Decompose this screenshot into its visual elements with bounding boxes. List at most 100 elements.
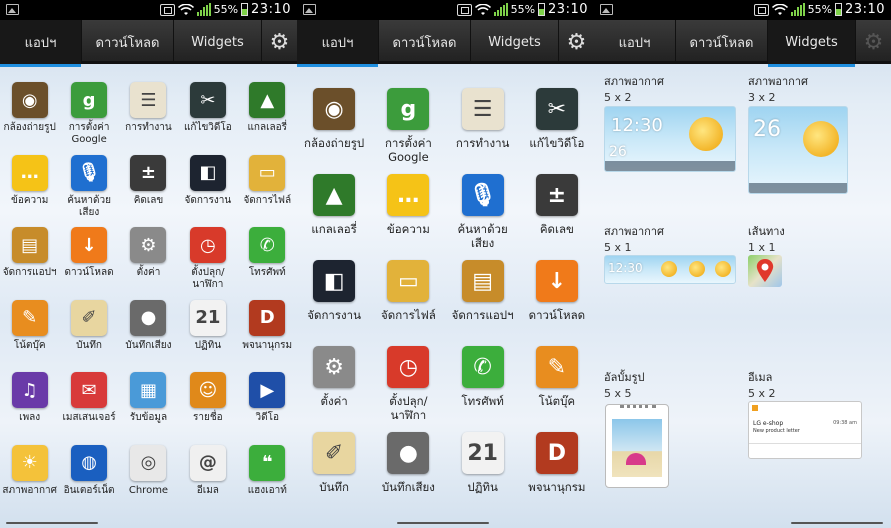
- app-launcher[interactable]: ✆ โทรศัพท์: [238, 227, 297, 300]
- app-launcher[interactable]: ± คิดเลข: [119, 154, 178, 228]
- app-label: บันทึกเสียง: [125, 339, 172, 351]
- app-label: พจนานุกรม: [528, 480, 586, 494]
- app-launcher[interactable]: ✆ โทรศัพท์: [446, 346, 520, 432]
- app-launcher[interactable]: ◷ ตั้งปลุก/นาฬิกา: [371, 346, 445, 432]
- app-launcher[interactable]: ♫ เพลง: [0, 372, 59, 445]
- calculator-icon: ±: [535, 174, 578, 216]
- app-launcher[interactable]: 🎙 ค้นหาด้วยเสียง: [446, 174, 520, 260]
- app-launcher[interactable]: ✎ โน้ตบุ๊ค: [0, 299, 59, 373]
- tab-downloads[interactable]: ดาวน์โหลด: [378, 20, 470, 64]
- app-launcher[interactable]: 🎙 ค้นหาด้วยเสียง: [59, 154, 118, 228]
- app-launcher[interactable]: ± คิดเลข: [520, 174, 594, 260]
- widget-size: 3 x 2: [748, 91, 776, 104]
- widget-maps-1x1[interactable]: เส้นทาง 1 x 1: [748, 222, 883, 288]
- app-launcher[interactable]: D พจนานุกรม: [520, 432, 594, 518]
- image-notification-icon: [303, 4, 316, 15]
- app-launcher[interactable]: @ อีเมล: [178, 444, 237, 518]
- app-launcher[interactable]: ◍ อินเตอร์เน็ต: [59, 444, 118, 518]
- app-label: จัดการไฟล์: [380, 308, 436, 322]
- app-launcher[interactable]: ▶ วิดีโอ: [238, 372, 297, 445]
- app-label: พจนานุกรม: [242, 339, 293, 351]
- tab-downloads[interactable]: ดาวน์โหลด: [81, 20, 173, 64]
- widget-weather-3x2[interactable]: สภาพอากาศ 3 x 2 26: [748, 72, 883, 194]
- app-launcher[interactable]: D พจนานุกรม: [238, 299, 297, 373]
- signal-icon: [196, 3, 211, 16]
- weather-footer: [749, 183, 847, 193]
- app-launcher[interactable]: ▭ จัดการไฟล์: [238, 154, 297, 228]
- app-launcher[interactable]: g การตั้งค่า Google: [371, 88, 445, 174]
- tab-bar: แอปฯ ดาวน์โหลด Widgets ⚙: [594, 20, 891, 67]
- page-indicator: [297, 518, 594, 528]
- app-launcher[interactable]: ✂ แก้ไขวิดีโอ: [178, 82, 237, 155]
- weather-time: 12:30: [611, 115, 663, 136]
- tab-apps[interactable]: แอปฯ: [594, 20, 675, 64]
- voice-search-icon: 🎙: [461, 174, 504, 216]
- tab-widgets[interactable]: Widgets: [767, 20, 855, 67]
- app-launcher[interactable]: ● บันทึกเสียง: [119, 299, 178, 373]
- widget-email-5x2[interactable]: อีเมล 5 x 2 LG e-shop 09:38 am New produ…: [748, 368, 883, 468]
- app-launcher[interactable]: ◎ Chrome: [119, 444, 178, 518]
- tab-apps[interactable]: แอปฯ: [0, 20, 81, 67]
- app-label: โน้ตบุ๊ค: [538, 394, 576, 408]
- app-launcher[interactable]: ◷ ตั้งปลุก/นาฬิกา: [178, 227, 237, 300]
- app-launcher[interactable]: ☰ การทำงาน: [446, 88, 520, 174]
- app-launcher[interactable]: ⚙ ตั้งค่า: [297, 346, 371, 432]
- tab-widgets[interactable]: Widgets: [470, 20, 558, 64]
- page-indicator-pill: [6, 522, 98, 524]
- app-launcher[interactable]: ▭ จัดการไฟล์: [371, 260, 445, 346]
- video-editor-icon: ✂: [535, 88, 578, 130]
- calculator-icon: ±: [130, 154, 167, 191]
- app-launcher[interactable]: ◉ กล้องถ่ายรูป: [0, 82, 59, 155]
- app-launcher[interactable]: ☀ สภาพอากาศ: [0, 444, 59, 518]
- settings-gear-icon[interactable]: ⚙: [855, 20, 891, 64]
- app-launcher[interactable]: ✐ บันทึก: [59, 299, 118, 373]
- app-launcher[interactable]: ▦ รับข้อมูล: [119, 372, 178, 445]
- tab-widgets[interactable]: Widgets: [173, 20, 261, 64]
- app-launcher[interactable]: g การตั้งค่า Google: [59, 82, 118, 155]
- beach-photo: [612, 419, 662, 477]
- tab-downloads[interactable]: ดาวน์โหลด: [675, 20, 767, 64]
- app-grid: ◉ กล้องถ่ายรูป g การตั้งค่า Google ☰ การทำงาน…: [297, 88, 594, 518]
- contacts-icon: ☺: [189, 372, 226, 408]
- app-launcher[interactable]: ☺ รายชื่อ: [178, 372, 237, 445]
- app-launcher[interactable]: … ข้อความ: [371, 174, 445, 260]
- app-launcher[interactable]: … ข้อความ: [0, 154, 59, 228]
- download-icon: ↓: [535, 260, 578, 302]
- app-launcher[interactable]: ✐ บันทึก: [297, 432, 371, 518]
- app-launcher[interactable]: ↓ ดาวน์โหลด: [59, 227, 118, 300]
- app-launcher[interactable]: ▲ แกลเลอรี่: [238, 82, 297, 155]
- settings-gear-icon[interactable]: ⚙: [261, 20, 297, 64]
- app-launcher[interactable]: ☰ การทำงาน: [119, 82, 178, 155]
- widget-weather-5x1[interactable]: สภาพอากาศ 5 x 1 12:30: [604, 222, 739, 288]
- email-subject: New product letter: [753, 428, 800, 434]
- tab-apps[interactable]: แอปฯ: [297, 20, 378, 67]
- app-launcher[interactable]: ◉ กล้องถ่ายรูป: [297, 88, 371, 174]
- album-rings: [620, 405, 656, 411]
- app-launcher[interactable]: ⚙ ตั้งค่า: [119, 227, 178, 300]
- app-launcher[interactable]: ▤ จัดการแอปฯ: [0, 227, 59, 300]
- news-icon: ▦: [130, 372, 167, 408]
- settings-gear-icon[interactable]: ⚙: [558, 20, 594, 64]
- widget-weather-5x2[interactable]: สภาพอากาศ 5 x 2 12:30 26: [604, 72, 739, 182]
- app-launcher[interactable]: ◧ จัดการงาน: [178, 154, 237, 228]
- app-launcher[interactable]: 21 ปฏิทิน: [178, 299, 237, 373]
- app-launcher[interactable]: ✎ โน้ตบุ๊ค: [520, 346, 594, 432]
- app-launcher[interactable]: ✉ เมสเสนเจอร์: [59, 372, 118, 445]
- app-launcher[interactable]: ▤ จัดการแอปฯ: [446, 260, 520, 346]
- app-launcher[interactable]: 21 ปฏิทิน: [446, 432, 520, 518]
- task-manager-icon: ◧: [313, 260, 356, 302]
- app-launcher[interactable]: ● บันทึกเสียง: [371, 432, 445, 518]
- chrome-icon: ◎: [130, 444, 167, 481]
- app-launcher[interactable]: ◧ จัดการงาน: [297, 260, 371, 346]
- signal-icon: [790, 3, 805, 16]
- widget-photo-album-5x5[interactable]: อัลบั้มรูป 5 x 5: [604, 368, 739, 498]
- app-launcher[interactable]: ✂ แก้ไขวิดีโอ: [520, 88, 594, 174]
- app-launcher[interactable]: ❝ แฮงเอาท์: [238, 444, 297, 518]
- task-manager-icon: ◧: [189, 154, 226, 191]
- app-launcher[interactable]: ↓ ดาวน์โหลด: [520, 260, 594, 346]
- map-pin-icon: [756, 259, 774, 282]
- app-launcher[interactable]: ▲ แกลเลอรี่: [297, 174, 371, 260]
- app-label: ตั้งปลุก/นาฬิกา: [191, 267, 225, 290]
- app-label: จัดการงาน: [307, 308, 361, 322]
- google-settings-icon: g: [71, 82, 108, 118]
